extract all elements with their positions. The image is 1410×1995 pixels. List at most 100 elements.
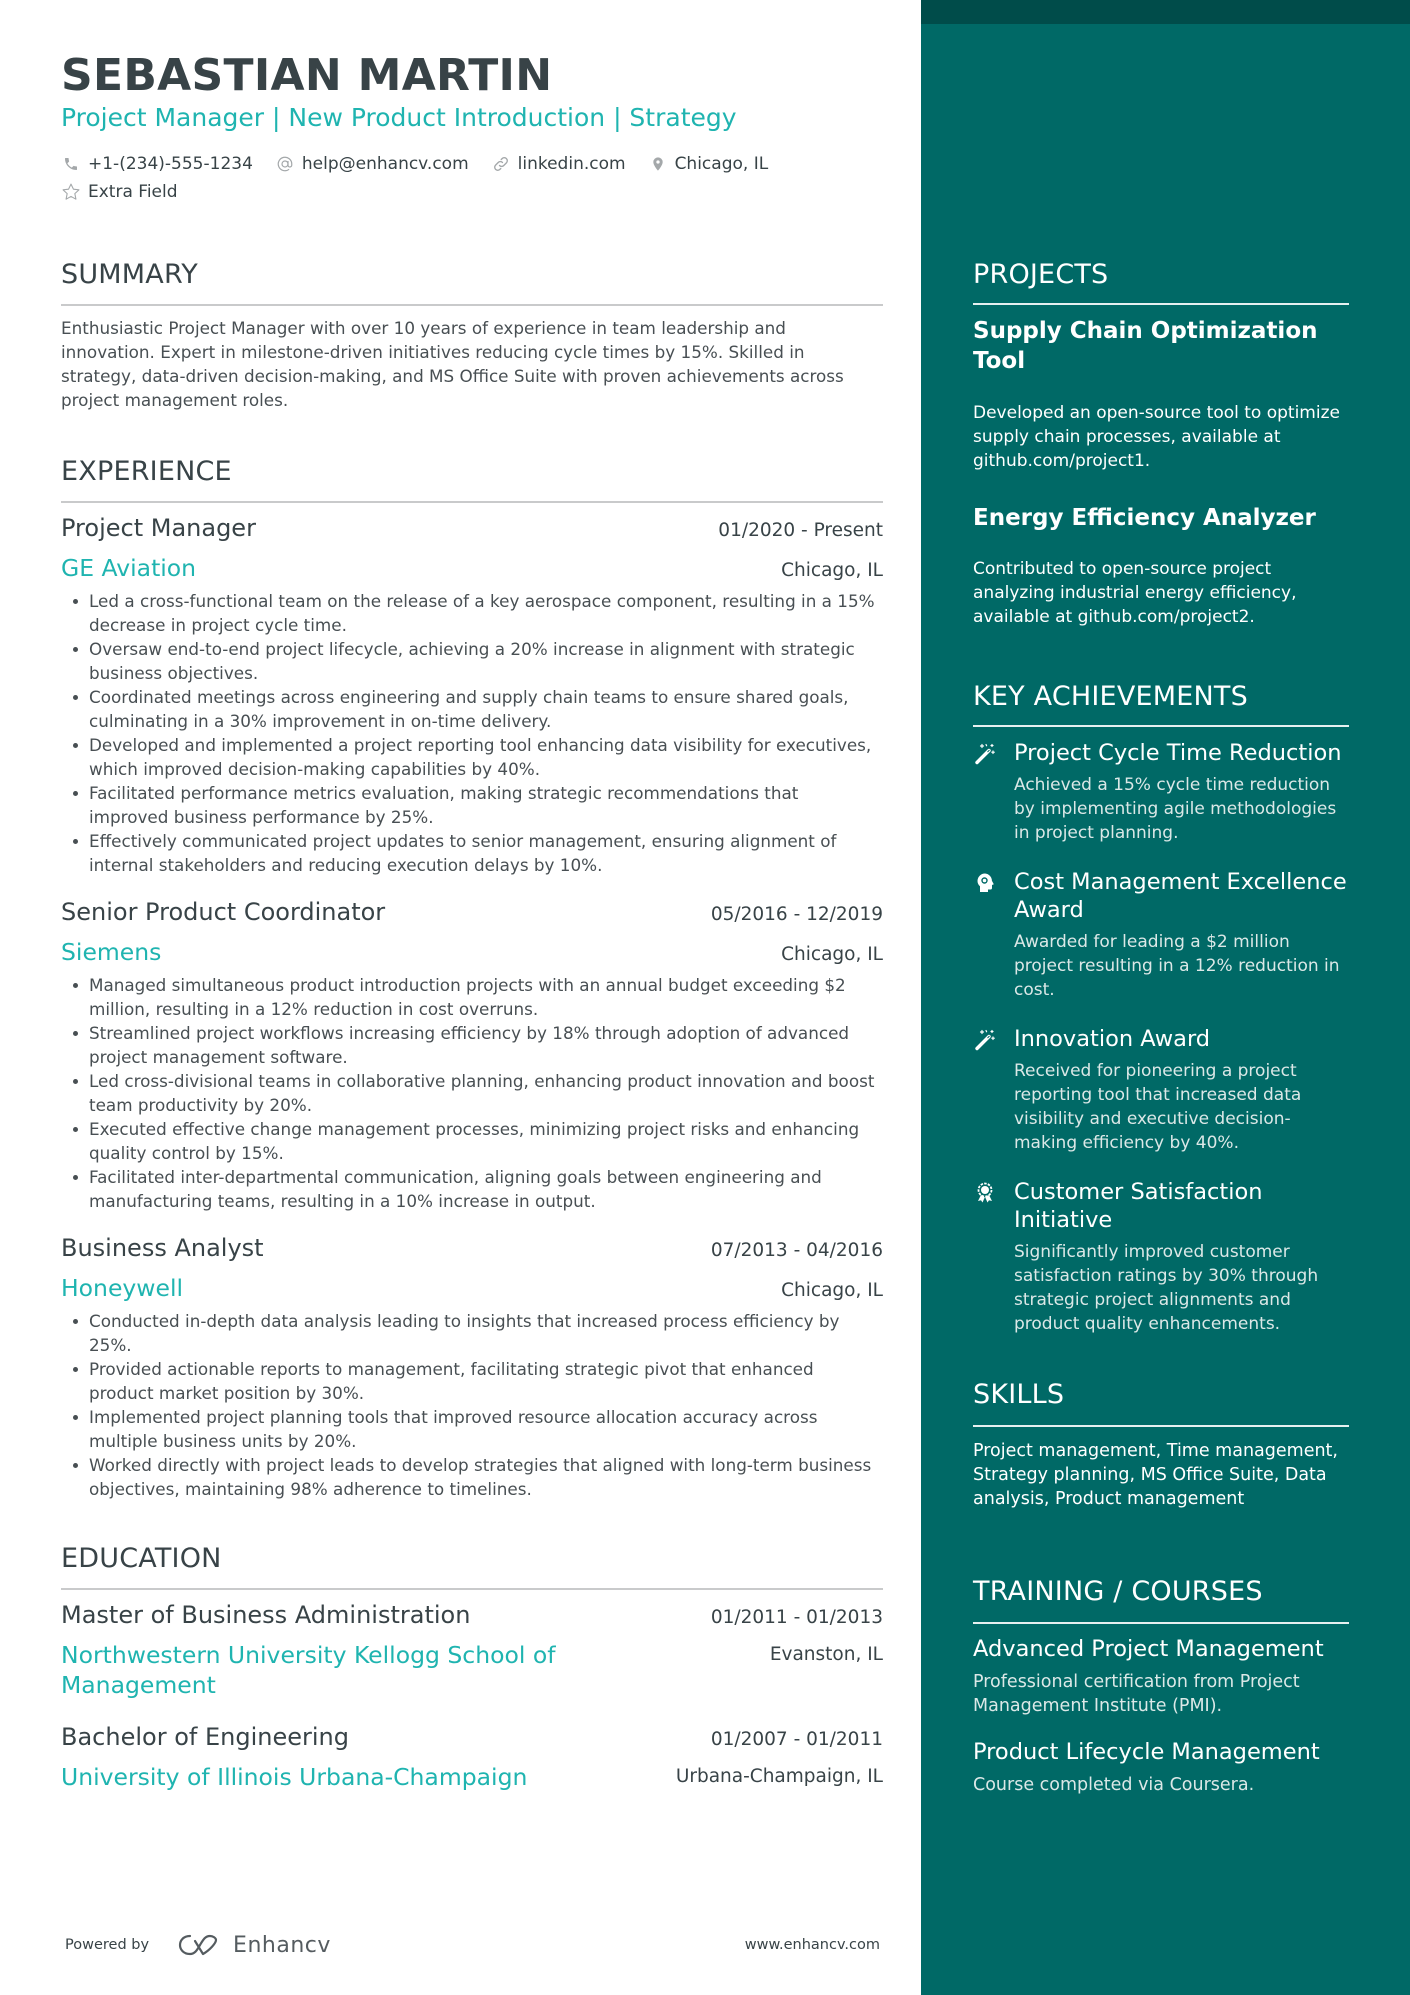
course-name: Product Lifecycle Management [973,1739,1320,1765]
achievement-item: Project Cycle Time Reduction Achieved a … [973,739,1349,845]
job-bullets: Managed simultaneous product introductio… [61,973,883,1213]
achievement-title: Innovation Award [1014,1026,1211,1052]
job-header: Project Manager 01/2020 - Present [61,512,883,547]
project-name: Supply Chain Optimization Tool [973,318,1318,374]
bullet: Led a cross-functional team on the relea… [61,589,883,637]
job-role: Business Analyst [61,1234,264,1262]
bullet: Led cross-divisional teams in collaborat… [61,1069,883,1117]
contact-email[interactable]: help@enhancv.com [275,154,469,174]
achievements-divider [973,725,1349,727]
achievement-item: Innovation Award Received for pioneering… [973,1025,1349,1155]
education-heading: EDUCATION [61,1543,222,1574]
email-text: help@enhancv.com [301,154,469,174]
project-description: Contributed to open-source project analy… [973,559,1297,627]
course-description: Course completed via Coursera. [973,1775,1255,1795]
school: Northwestern University Kellogg School o… [61,1641,556,1699]
bullet: Streamlined project workflows increasing… [61,1021,883,1069]
project-description: Developed an open-source tool to optimiz… [973,403,1340,471]
sidebar: PROJECTS Supply Chain Optimization Tool … [921,0,1410,1995]
degree: Master of Business Administration [61,1601,471,1629]
experience-heading: EXPERIENCE [61,456,232,487]
achievement-title: Cost Management Excellence Award [1014,869,1347,923]
education-subheader: University of Illinois Urbana-Champaign … [61,1762,883,1792]
education-dates: 01/2011 - 01/2013 [710,1607,883,1628]
achievement-description: Significantly improved customer satisfac… [1014,1242,1319,1334]
contact-info: +1-(234)-555-1234 help@enhancv.com linke… [61,151,883,207]
summary-text: Enthusiastic Project Manager with over 1… [61,318,844,410]
job-dates: 07/2013 - 04/2016 [710,1240,883,1261]
experience-divider [61,501,883,503]
bullet: Worked directly with project leads to de… [61,1453,883,1501]
job-location: Chicago, IL [781,560,883,581]
job-company: GE Aviation [61,554,197,582]
linkedin-text: linkedin.com [517,154,626,174]
achievements-heading: KEY ACHIEVEMENTS [973,681,1248,712]
footer: Powered by Enhancv www.enhancv.com [65,1930,880,1960]
bullet: Coordinated meetings across engineering … [61,685,883,733]
powered-by-label: Powered by [65,1937,150,1953]
bullet: Effectively communicated project updates… [61,829,883,877]
projects-divider [973,303,1349,305]
job-company: Honeywell [61,1274,184,1302]
education-location: Evanston, IL [769,1644,883,1665]
school: University of Illinois Urbana-Champaign [61,1763,528,1791]
bullet: Executed effective change management pro… [61,1117,883,1165]
brand-name: Enhancv [233,1932,331,1958]
education-subheader: Northwestern University Kellogg School o… [61,1640,883,1700]
contact-linkedin[interactable]: linkedin.com [491,154,626,174]
project-name: Energy Efficiency Analyzer [973,505,1316,531]
job-bullets: Conducted in-depth data analysis leading… [61,1309,883,1501]
job-subheader: GE Aviation Chicago, IL [61,553,883,586]
job-dates: 01/2020 - Present [718,520,883,541]
phone-icon [61,154,81,174]
at-icon [275,154,295,174]
enhancv-logo-icon [178,1934,218,1956]
bullet: Developed and implemented a project repo… [61,733,883,781]
job-role: Project Manager [61,514,256,542]
job-dates: 05/2016 - 12/2019 [710,904,883,925]
job-header: Senior Product Coordinator 05/2016 - 12/… [61,896,883,931]
education-location: Urbana-Champaign, IL [675,1766,883,1787]
candidate-name: SEBASTIAN MARTIN [61,50,553,101]
bullet: Conducted in-depth data analysis leading… [61,1309,883,1357]
job-subheader: Honeywell Chicago, IL [61,1273,883,1306]
link-icon [491,154,511,174]
achievement-description: Awarded for leading a $2 million project… [1014,932,1340,1000]
training-heading: TRAINING / COURSES [973,1576,1263,1607]
achievement-description: Received for pioneering a project report… [1014,1061,1302,1153]
award-ribbon-icon [973,1181,997,1205]
skills-heading: SKILLS [973,1379,1065,1410]
bullet: Provided actionable reports to managemen… [61,1357,883,1405]
website-link[interactable]: www.enhancv.com [745,1937,880,1953]
projects-heading: PROJECTS [973,259,1109,290]
training-divider [973,1622,1349,1624]
contact-phone[interactable]: +1-(234)-555-1234 [61,154,253,174]
education-header: Bachelor of Engineering 01/2007 - 01/201… [61,1721,883,1756]
job-bullets: Led a cross-functional team on the relea… [61,589,883,877]
bullet: Facilitated inter-departmental communica… [61,1165,883,1213]
bullet: Oversaw end-to-end project lifecycle, ac… [61,637,883,685]
job-company: Siemens [61,938,162,966]
course-name: Advanced Project Management [973,1636,1324,1662]
job-subheader: Siemens Chicago, IL [61,937,883,970]
job-header: Business Analyst 07/2013 - 04/2016 [61,1232,883,1267]
education-header: Master of Business Administration 01/201… [61,1599,883,1634]
job-location: Chicago, IL [781,1280,883,1301]
summary-divider [61,304,883,306]
location-pin-icon [648,154,668,174]
job-role: Senior Product Coordinator [61,898,386,926]
magic-wand-icon [973,742,997,766]
candidate-title: Project Manager | New Product Introducti… [61,103,737,132]
location-text: Chicago, IL [674,154,769,174]
summary-heading: SUMMARY [61,259,198,290]
magic-wand-icon [973,1028,997,1052]
extra-field-text: Extra Field [88,182,178,202]
achievement-description: Achieved a 15% cycle time reduction by i… [1014,775,1337,843]
star-icon [61,182,81,202]
bullet: Implemented project planning tools that … [61,1405,883,1453]
degree: Bachelor of Engineering [61,1723,349,1751]
contact-extra: Extra Field [61,182,178,202]
enhancv-logo[interactable]: Enhancv [177,1932,331,1958]
skills-text: Project management, Time management, Str… [973,1441,1338,1509]
job-location: Chicago, IL [781,944,883,965]
